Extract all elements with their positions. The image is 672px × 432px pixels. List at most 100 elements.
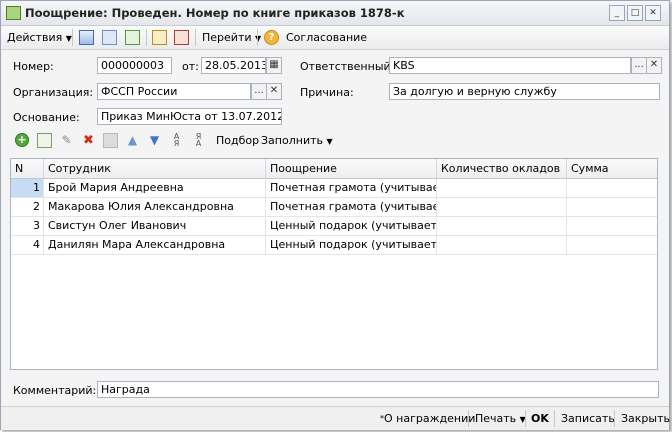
cell-employee: Свистун Олег Иванович: [44, 217, 266, 235]
edit-row-icon[interactable]: ✎: [59, 133, 74, 148]
cell-reward: Почетная грамота (учитываетс...: [266, 179, 437, 197]
table-toolbar: + ✎ ✖ ▲ ▼ АЯ ЯА Подбор Заполнить ▼: [1, 129, 669, 151]
cell-salaries: [437, 179, 567, 197]
delete-row-icon[interactable]: ✖: [81, 133, 96, 148]
print-label: Печать: [475, 412, 517, 425]
chevron-down-icon: ▼: [255, 34, 262, 43]
column-header-reward[interactable]: Поощрение: [266, 159, 437, 178]
bottom-bar: *О награждении Печать ▼ OK Записать Закр…: [1, 406, 670, 430]
close-button[interactable]: Закрыть: [621, 411, 670, 426]
copy-row-icon[interactable]: [37, 133, 52, 148]
cell-sum: [567, 236, 657, 254]
table-row[interactable]: 4 Данилян Мара Александровна Ценный пода…: [11, 236, 657, 255]
comment-label: Комментарий:: [13, 384, 97, 397]
reason-field[interactable]: За долгую и верную службу: [389, 83, 660, 100]
number-label: Номер:: [13, 60, 54, 73]
table-row[interactable]: 1 Брой Мария Андреевна Почетная грамота …: [11, 179, 657, 198]
organization-select-button[interactable]: ...: [251, 83, 267, 100]
post-icon[interactable]: [152, 30, 167, 45]
fill-label: Заполнить: [261, 134, 323, 147]
actions-label: Действия: [7, 31, 63, 44]
basis-label: Основание:: [13, 111, 80, 124]
cell-salaries: [437, 217, 567, 235]
chevron-down-icon: ▼: [326, 137, 333, 146]
approval-button[interactable]: Согласование: [286, 30, 367, 45]
cell-employee: Данилян Мара Александровна: [44, 236, 266, 254]
footer-divider: [525, 410, 526, 427]
cell-employee: Брой Мария Андреевна: [44, 179, 266, 197]
cell-sum: [567, 217, 657, 235]
help-icon[interactable]: ?: [264, 30, 279, 45]
table-header: N Сотрудник Поощрение Количество окладов…: [11, 159, 657, 179]
minimize-button[interactable]: _: [609, 5, 625, 21]
title-bar: Поощрение: Проведен. Номер по книге прик…: [1, 1, 669, 26]
main-toolbar: Действия ▼ Перейти ▼ ? Согласование: [1, 26, 669, 50]
toolbar-divider: [195, 29, 196, 46]
column-header-n[interactable]: N: [11, 159, 44, 178]
employees-table[interactable]: N Сотрудник Поощрение Количество окладов…: [10, 158, 658, 370]
responsible-field[interactable]: KBS: [389, 57, 631, 74]
responsible-label: Ответственный:: [300, 60, 395, 73]
organization-field[interactable]: ФССП России: [97, 83, 251, 100]
maximize-button[interactable]: □: [627, 5, 643, 21]
about-award-button[interactable]: *О награждении: [380, 411, 475, 426]
column-header-salaries[interactable]: Количество окладов: [437, 159, 567, 178]
responsible-clear-button[interactable]: ✕: [646, 57, 662, 74]
column-header-employee[interactable]: Сотрудник: [44, 159, 266, 178]
sort-descending-icon[interactable]: ЯА: [191, 133, 206, 148]
fill-menu[interactable]: Заполнить ▼: [261, 133, 333, 148]
comment-field[interactable]: Награда: [97, 381, 659, 398]
actions-menu[interactable]: Действия ▼: [7, 30, 72, 45]
pick-button[interactable]: Подбор: [216, 133, 259, 148]
organization-label: Организация:: [13, 86, 94, 99]
column-header-sum[interactable]: Сумма: [567, 159, 657, 178]
table-row[interactable]: 3 Свистун Олег Иванович Ценный подарок (…: [11, 217, 657, 236]
add-row-icon[interactable]: +: [15, 133, 29, 147]
footer-divider: [614, 410, 615, 427]
ok-button[interactable]: OK: [531, 411, 549, 426]
unpost-icon[interactable]: [174, 30, 189, 45]
cell-n: 1: [11, 179, 44, 197]
save-icon[interactable]: [102, 30, 117, 45]
sort-ascending-icon[interactable]: АЯ: [169, 133, 184, 148]
window-title: Поощрение: Проведен. Номер по книге прик…: [25, 6, 405, 20]
responsible-select-button[interactable]: ...: [631, 57, 647, 74]
goto-menu[interactable]: Перейти ▼: [202, 30, 261, 45]
print-menu[interactable]: Печать ▼: [475, 411, 526, 426]
chevron-down-icon: ▼: [65, 34, 72, 43]
reason-label: Причина:: [300, 86, 354, 99]
post-and-close-icon[interactable]: [79, 30, 94, 45]
date-label: от:: [182, 60, 199, 73]
cell-sum: [567, 198, 657, 216]
save-button[interactable]: Записать: [561, 411, 615, 426]
move-down-icon[interactable]: ▼: [147, 133, 162, 148]
footer-divider: [468, 410, 469, 427]
about-award-label: О награждении: [384, 412, 476, 425]
number-field[interactable]: 000000003: [97, 57, 172, 74]
move-up-icon[interactable]: ▲: [125, 133, 140, 148]
toolbar-divider: [146, 29, 147, 46]
close-window-button[interactable]: ✕: [645, 5, 661, 21]
cell-reward: Ценный подарок (учитывается ...: [266, 236, 437, 254]
date-field[interactable]: 28.05.2013: [201, 57, 266, 74]
table-row[interactable]: 2 Макарова Юлия Александровна Почетная г…: [11, 198, 657, 217]
footer-divider: [554, 410, 555, 427]
document-window: Поощрение: Проведен. Номер по книге прик…: [0, 0, 670, 430]
goto-label: Перейти: [202, 31, 252, 44]
cell-n: 3: [11, 217, 44, 235]
cell-n: 2: [11, 198, 44, 216]
organization-clear-button[interactable]: ✕: [266, 83, 282, 100]
basis-field[interactable]: Приказ МинЮста от 13.07.2012г.: [97, 108, 282, 125]
copy-icon[interactable]: [125, 30, 140, 45]
cell-employee: Макарова Юлия Александровна: [44, 198, 266, 216]
cell-n: 4: [11, 236, 44, 254]
toolbar-divider: [257, 29, 258, 46]
toolbar-divider: [72, 29, 73, 46]
calendar-icon[interactable]: ▦: [266, 57, 282, 74]
end-edit-icon[interactable]: [103, 133, 118, 148]
cell-reward: Почетная грамота (учитываетс...: [266, 198, 437, 216]
cell-sum: [567, 179, 657, 197]
cell-salaries: [437, 236, 567, 254]
document-icon: [6, 6, 21, 20]
cell-reward: Ценный подарок (учитывается ...: [266, 217, 437, 235]
